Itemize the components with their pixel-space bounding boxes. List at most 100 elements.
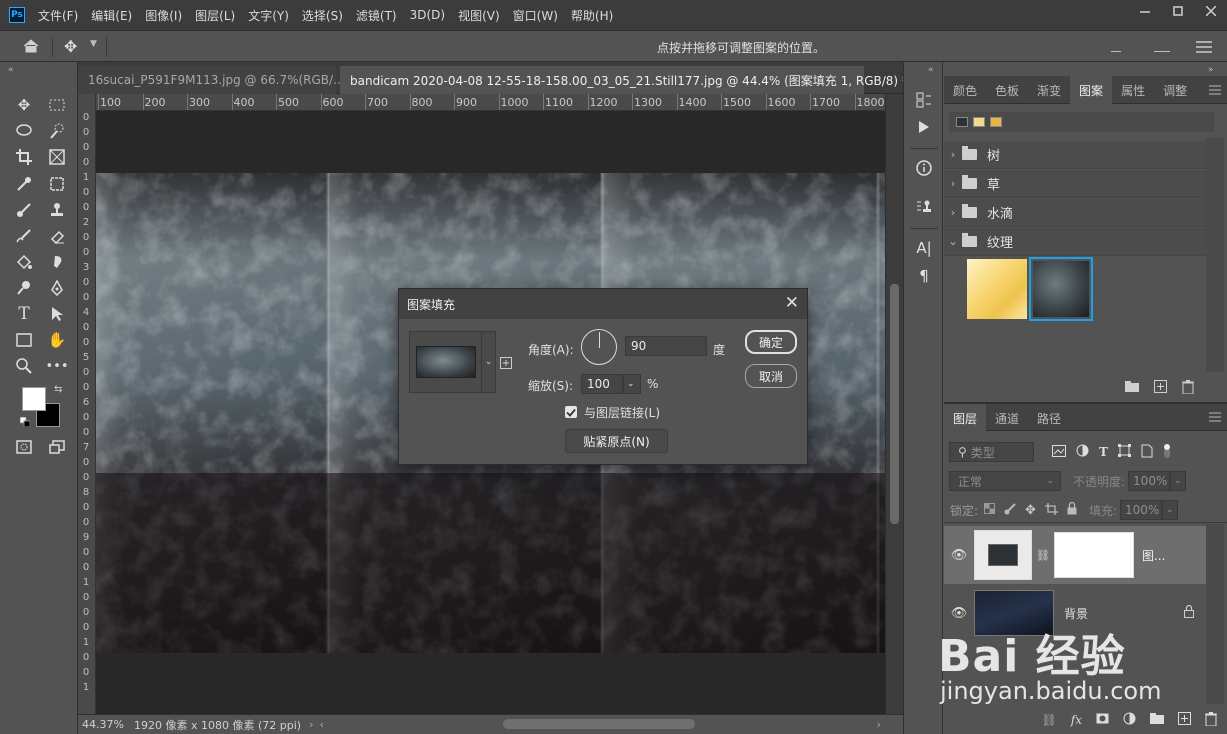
new-pattern-icon[interactable] <box>1154 380 1167 396</box>
tab-gradients[interactable]: 渐变 <box>1028 76 1070 104</box>
tab-layers[interactable]: 图层 <box>944 404 987 432</box>
tab-properties[interactable]: 属性 <box>1112 76 1154 104</box>
menu-view[interactable]: 视图(V) <box>458 7 500 24</box>
tab-color[interactable]: 颜色 <box>944 76 986 104</box>
paragraph-panel-icon[interactable]: ¶ <box>914 266 934 286</box>
link-layers-icon[interactable]: ⛓ <box>1042 713 1057 727</box>
chevron-down-icon[interactable]: ⌄ <box>1162 500 1178 520</box>
visibility-eye-icon[interactable]: 👁 <box>944 606 974 621</box>
fx-icon[interactable]: fx <box>1071 713 1082 727</box>
chevron-down-icon[interactable]: ⌄ <box>623 374 641 394</box>
layer-row-selected[interactable]: 👁 ⛓ 图... <box>944 526 1206 584</box>
document-tab-active[interactable]: bandicam 2020-04-08 12-55-18-158.00_03_0… <box>340 66 927 94</box>
screen-mode-icon[interactable] <box>45 436 69 458</box>
filter-type-icon[interactable]: T <box>1099 445 1108 459</box>
vertical-ruler[interactable]: 0 0 0 0 1 0 0 2 0 0 3 0 0 4 0 0 5 0 0 6 0 0 7 0 0 8 0 0 9 0 0 1 0 0 0 1 0 0 1 <box>78 94 96 714</box>
menu-select[interactable]: 选择(S) <box>302 7 343 24</box>
menu-help[interactable]: 帮助(H) <box>571 7 613 24</box>
close-icon[interactable] <box>1195 0 1227 22</box>
pattern-group-water-drops[interactable]: › 水滴 <box>944 199 1206 227</box>
eraser-tool-icon[interactable] <box>45 225 69 247</box>
path-select-tool-icon[interactable] <box>45 303 69 325</box>
tab-paths[interactable]: 路径 <box>1028 404 1070 432</box>
pattern-picker[interactable]: ⌄ <box>409 331 496 393</box>
chevron-right-icon[interactable]: › <box>944 177 962 190</box>
tab-patterns[interactable]: 图案 <box>1070 76 1113 104</box>
add-mask-icon[interactable] <box>1096 713 1109 727</box>
menu-3d[interactable]: 3D(D) <box>410 8 445 22</box>
tab-channels[interactable]: 通道 <box>986 404 1028 432</box>
blend-mode-select[interactable]: 正常 ⌄ <box>949 471 1061 491</box>
pen-tool-icon[interactable] <box>45 277 69 299</box>
layer-filter-select[interactable]: ⚲ 类型 <box>949 442 1034 462</box>
link-icon[interactable]: ⛓ <box>1036 549 1050 562</box>
new-group-folder-icon[interactable] <box>1125 381 1139 395</box>
adjustment-layer-icon[interactable] <box>1123 712 1136 728</box>
ok-button[interactable]: 确定 <box>745 330 797 354</box>
recent-pattern-swatch[interactable] <box>956 117 968 127</box>
snap-to-origin-button[interactable]: 贴紧原点(N) <box>565 429 668 453</box>
clone-source-icon[interactable] <box>914 197 934 217</box>
fill-input[interactable]: 100% <box>1120 500 1162 520</box>
layer-name[interactable]: 图... <box>1142 547 1165 564</box>
pattern-group-texture[interactable]: ⌄ 纹理 <box>944 228 1206 256</box>
minimize-icon[interactable] <box>1129 0 1161 22</box>
zoom-level[interactable]: 44.37% <box>82 718 130 731</box>
paint-bucket-tool-icon[interactable] <box>12 251 36 273</box>
actions-play-icon[interactable] <box>914 117 934 137</box>
layers-scrollbar[interactable] <box>1206 524 1224 704</box>
menu-layer[interactable]: 图层(L) <box>195 7 235 24</box>
foreground-color-swatch[interactable] <box>22 387 46 411</box>
document-tab[interactable]: 16sucai_P591F9M113.jpg @ 66.7%(RGB/... × <box>78 66 364 94</box>
chevron-right-icon[interactable]: › <box>944 206 962 219</box>
dialog-title-bar[interactable]: 图案填充 <box>399 289 807 319</box>
move-tool-icon[interactable]: ✥ <box>64 37 77 56</box>
dodge-tool-icon[interactable] <box>12 277 36 299</box>
home-icon[interactable] <box>22 38 40 54</box>
default-colors-icon[interactable] <box>19 416 31 428</box>
panel-menu-icon[interactable] <box>1196 40 1212 57</box>
eyedropper-tool-icon[interactable] <box>12 173 36 195</box>
tab-swatches[interactable]: 色板 <box>986 76 1028 104</box>
lock-position-icon[interactable]: ✥ <box>1025 503 1036 518</box>
type-tool-icon[interactable]: T <box>12 303 36 325</box>
swap-colors-icon[interactable]: ⇆ <box>54 384 62 395</box>
new-group-folder-icon[interactable] <box>1150 713 1164 727</box>
filter-shape-icon[interactable] <box>1117 444 1131 460</box>
scroll-right-icon[interactable]: › <box>877 718 881 731</box>
hand-tool-icon[interactable]: ✋ <box>45 329 69 351</box>
pattern-group-tree[interactable]: › 树 <box>944 141 1206 169</box>
lasso-tool-icon[interactable] <box>12 120 36 142</box>
move-tool-icon[interactable]: ✥ <box>12 94 36 116</box>
zoom-tool-icon[interactable] <box>12 355 36 377</box>
history-brush-tool-icon[interactable] <box>12 225 36 247</box>
close-icon[interactable]: ✕ <box>785 293 799 313</box>
recent-pattern-swatch[interactable] <box>973 117 985 127</box>
collapse-icon[interactable]: « <box>928 65 934 75</box>
restore-icon[interactable] <box>1162 0 1194 22</box>
collapse-icon[interactable]: « <box>8 65 14 75</box>
marquee-tool-icon[interactable] <box>45 94 69 116</box>
status-menu-icon[interactable]: › <box>309 718 313 731</box>
character-panel-icon[interactable]: A| <box>914 238 934 258</box>
lock-transparent-icon[interactable] <box>984 503 996 517</box>
menu-edit[interactable]: 编辑(E) <box>91 7 132 24</box>
chevron-down-icon[interactable]: ⌄ <box>481 332 495 392</box>
angle-dial[interactable] <box>581 329 617 365</box>
frame-select-tool-icon[interactable] <box>45 173 69 195</box>
info-icon[interactable] <box>914 158 934 178</box>
smudge-tool-icon[interactable] <box>45 251 69 273</box>
layer-mask-thumbnail[interactable] <box>1053 532 1134 578</box>
menu-type[interactable]: 文字(Y) <box>248 7 289 24</box>
vertical-scrollbar[interactable] <box>885 94 903 714</box>
filter-toggle-icon[interactable] <box>1163 443 1171 462</box>
menu-window[interactable]: 窗口(W) <box>513 7 558 24</box>
more-tools-icon[interactable]: ••• <box>45 355 69 377</box>
lock-all-icon[interactable] <box>1067 501 1077 518</box>
pattern-thumbnail-selected[interactable] <box>1029 257 1093 321</box>
lock-artboard-icon[interactable] <box>1044 502 1058 518</box>
quick-mask-icon[interactable] <box>12 436 36 458</box>
filter-smart-object-icon[interactable] <box>1141 444 1153 461</box>
visibility-eye-icon[interactable]: 👁 <box>944 548 974 563</box>
tab-adjustments[interactable]: 调整 <box>1154 76 1196 104</box>
